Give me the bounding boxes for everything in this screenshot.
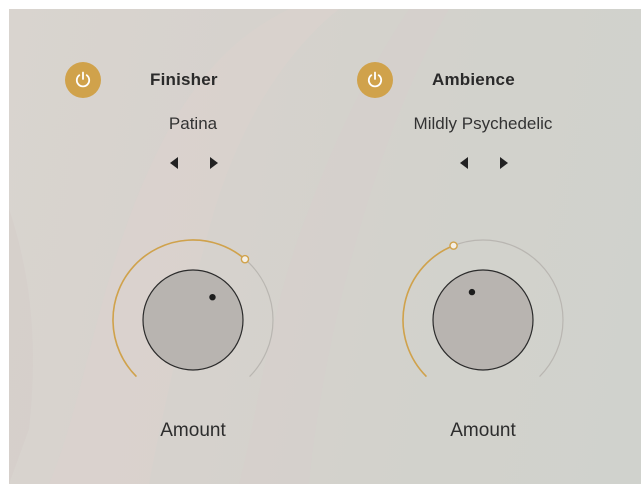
triangle-right-icon [500,157,508,169]
triangle-left-icon [460,157,468,169]
ambience-power-button[interactable] [357,62,393,98]
ambience-module: Ambience Mildly Psychedelic Amount [299,9,599,484]
ambience-amount-label: Amount [450,420,516,441]
power-icon [367,71,383,88]
ambience-amount-knob[interactable] [401,238,565,402]
knob-value-handle [240,254,250,264]
finisher-prev-preset-button[interactable] [167,155,181,171]
knob-indicator-dot [468,288,476,296]
finisher-module: Finisher Patina Amount [9,9,309,484]
ambience-preset-name[interactable]: Mildly Psychedelic [414,114,553,134]
finisher-power-button[interactable] [65,62,101,98]
finisher-amount-knob[interactable] [111,238,275,402]
knob-body [432,269,534,371]
triangle-left-icon [170,157,178,169]
finisher-preset-name[interactable]: Patina [169,114,217,134]
finisher-title: Finisher [150,70,218,89]
knob-body [142,269,244,371]
knob-indicator-dot [209,293,216,301]
finisher-amount-label: Amount [160,420,226,441]
triangle-right-icon [210,157,218,169]
power-icon [75,71,91,88]
ambience-prev-preset-button[interactable] [457,155,471,171]
ambience-title: Ambience [432,70,515,89]
effects-panel: Finisher Patina Amount Ambience Mildly P… [9,9,641,484]
ambience-next-preset-button[interactable] [497,155,511,171]
knob-value-handle [449,241,458,250]
finisher-next-preset-button[interactable] [207,155,221,171]
